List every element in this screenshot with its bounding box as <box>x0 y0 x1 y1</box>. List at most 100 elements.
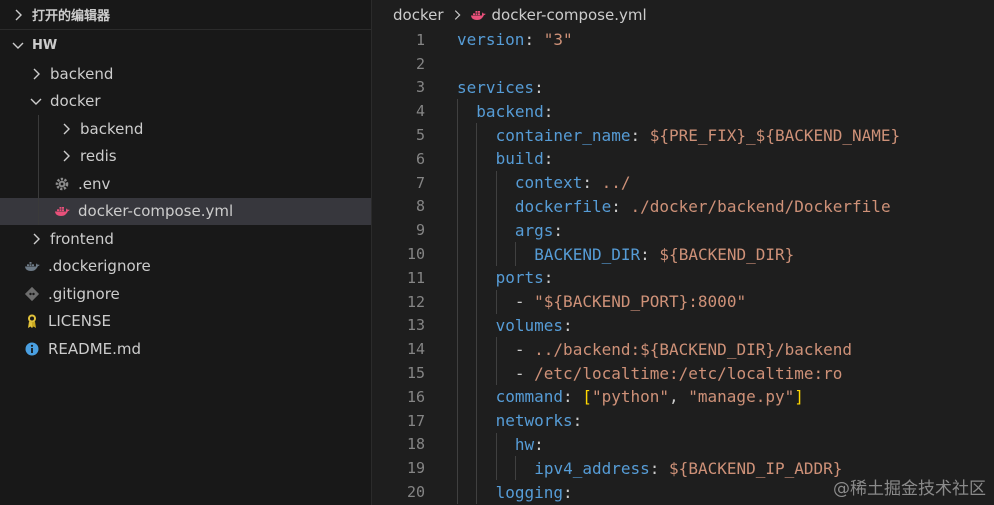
tree-file[interactable]: .dockerignore <box>0 253 371 281</box>
code-line: 10 BACKEND_DIR: ${BACKEND_DIR} <box>373 242 994 266</box>
tree-item-label: LICENSE <box>48 312 111 331</box>
breadcrumb-folder[interactable]: docker <box>393 6 444 24</box>
tree-folder[interactable]: frontend <box>0 225 371 253</box>
yaml-punctuation: : <box>582 173 602 193</box>
code-content: command: ["python", "manage.py"] <box>496 385 804 409</box>
yaml-punctuation: [ <box>582 387 592 407</box>
code-line: 17 networks: <box>373 408 994 433</box>
indent-guide <box>476 218 478 243</box>
code-content: BACKEND_DIR: ${BACKEND_DIR} <box>534 242 794 266</box>
indent-guide <box>476 408 478 433</box>
code-editor[interactable]: 1 version: "3" 2 3 services: 4 backend: 5 contai… <box>373 28 994 504</box>
indent-guide <box>457 289 458 314</box>
indent-guide <box>38 115 39 225</box>
yaml-key: ports <box>495 268 544 288</box>
breadcrumb-file[interactable]: docker-compose.yml <box>492 6 647 24</box>
code-content: context: ../ <box>515 171 631 195</box>
indent-guide <box>514 456 516 481</box>
line-number: 16 <box>406 387 425 406</box>
yaml-punctuation: , <box>669 387 689 407</box>
workspace-header[interactable]: HW <box>0 30 371 60</box>
code-line: 2 <box>373 52 994 76</box>
line-number: 19 <box>406 459 425 478</box>
yaml-key: volumes <box>495 315 564 335</box>
code-line: 5 container_name: ${PRE_FIX}_${BACKEND_NA… <box>373 123 994 147</box>
line-number: 3 <box>415 78 425 97</box>
code-content: services: <box>457 76 544 100</box>
tree-item-label: backend <box>80 119 144 138</box>
tree-file[interactable]: .env <box>0 170 371 198</box>
yaml-punctuation: : <box>640 244 660 264</box>
yaml-punctuation: : <box>543 101 554 121</box>
indent-guide <box>476 146 478 171</box>
yaml-key: ipv4_address <box>534 458 650 478</box>
indent-guide <box>476 289 478 314</box>
tree-item-label: docker-compose.yml <box>78 202 234 221</box>
yaml-key: backend <box>476 101 544 121</box>
yaml-punctuation: : <box>649 458 670 478</box>
indent-guide <box>476 361 478 385</box>
code-content: - ../backend:${BACKEND_DIR}/backend <box>515 337 852 361</box>
chevron-right-icon <box>58 148 74 164</box>
tree-item-label: .dockerignore <box>48 257 151 276</box>
indent-guide <box>476 265 478 290</box>
code-line: 7 context: ../ <box>373 170 994 195</box>
yaml-punctuation: : <box>534 434 544 454</box>
yaml-value: ${BACKEND_DIR} <box>659 244 795 264</box>
yaml-punctuation: : <box>563 482 573 502</box>
indent-guide <box>457 242 458 266</box>
line-number: 13 <box>406 316 425 335</box>
line-number: 7 <box>415 173 425 192</box>
indent-guide <box>457 456 458 481</box>
open-editors-header[interactable]: 打开的编辑器 <box>0 0 371 30</box>
yaml-punctuation: - <box>514 292 535 312</box>
editor-pane: docker docker-compose.yml 1 version: "3" 2… <box>373 0 994 505</box>
line-number: 1 <box>415 30 425 49</box>
indent-guide <box>457 218 458 243</box>
code-content: backend: <box>476 99 553 123</box>
tree-item-label: docker <box>50 92 101 111</box>
code-content: args: <box>515 218 563 242</box>
gear-icon <box>54 176 70 192</box>
yaml-punctuation: : <box>611 196 631 216</box>
code-line: 16 command: ["python", "manage.py"] <box>373 384 994 409</box>
tree-file[interactable]: LICENSE <box>0 308 371 336</box>
tree-file[interactable]: .gitignore <box>0 280 371 308</box>
yaml-punctuation: : <box>563 387 583 407</box>
code-line: 4 backend: <box>373 99 994 124</box>
code-line: 11 ports: <box>373 265 994 290</box>
docker-grey-icon <box>24 258 40 274</box>
yaml-punctuation: - <box>514 363 535 383</box>
yaml-key: networks <box>495 411 573 431</box>
tree-folder[interactable]: backend <box>0 60 371 88</box>
indent-guide <box>495 218 497 243</box>
tree-item-label: backend <box>50 64 114 83</box>
indent-guide <box>457 313 458 338</box>
indent-guide <box>457 408 458 433</box>
code-content: ports: <box>496 266 554 290</box>
code-line: 6 build: <box>373 146 994 171</box>
tree-file[interactable]: docker-compose.yml <box>0 197 371 225</box>
code-content: - /etc/localtime:/etc/localtime:ro <box>515 361 843 385</box>
yaml-punctuation: : <box>534 77 544 97</box>
tree-folder[interactable]: docker <box>0 88 371 116</box>
tree-folder[interactable]: redis <box>0 143 371 171</box>
indent-guide <box>457 432 458 457</box>
code-line: 9 args: <box>373 218 994 243</box>
indent-guide <box>457 384 458 409</box>
tree-item-label: .env <box>78 174 111 193</box>
line-number: 6 <box>415 149 425 168</box>
indent-guide <box>495 337 497 362</box>
code-content: build: <box>496 147 554 171</box>
watermark: @稀土掘金技术社区 <box>833 479 986 499</box>
yaml-punctuation: : <box>524 30 544 50</box>
code-line: 14 - ../backend:${BACKEND_DIR}/backend <box>373 337 994 362</box>
line-number: 15 <box>406 364 425 383</box>
yaml-punctuation: : <box>572 411 583 431</box>
tree-folder[interactable]: backend <box>0 115 371 143</box>
indent-guide <box>495 242 497 266</box>
chevron-right-icon <box>450 8 464 22</box>
tree-file[interactable]: README.md <box>0 335 371 363</box>
chevron-down-icon <box>10 37 26 53</box>
code-content: dockerfile: ./docker/backend/Dockerfile <box>515 195 891 219</box>
